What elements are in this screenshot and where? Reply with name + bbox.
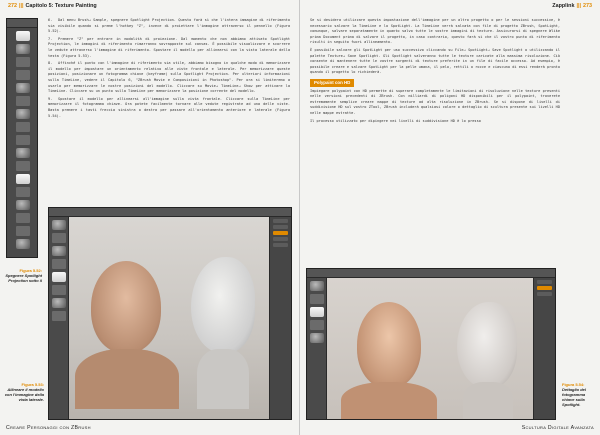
- zbrush-menu-bar: [7, 19, 37, 28]
- zbrush-canvas: [327, 278, 533, 419]
- sculpted-model-side-head: [191, 257, 255, 353]
- sphere-brush-icon: [15, 239, 30, 249]
- palette-row: [51, 285, 66, 295]
- sphere-brush-icon: [15, 109, 30, 119]
- section-title: Polypaint con HD: [310, 78, 355, 87]
- painted-model-front-shoulders: [341, 382, 437, 419]
- material-swatch-icon: [15, 31, 30, 41]
- zbrush-menu-bar: [49, 208, 291, 217]
- header-separator: |||: [576, 3, 581, 9]
- step-paragraph: 6. Dal menu Brush→ Sample, spegnere Spotl…: [48, 18, 290, 35]
- step-text: Dal menu Brush→ Sample, spegnere Spotlig…: [48, 18, 290, 34]
- palette-row: [51, 311, 66, 321]
- palette-row: [51, 259, 66, 269]
- figure-5-52-screenshot: [6, 18, 38, 258]
- panel-row: [537, 292, 552, 296]
- sphere-brush-icon: [51, 220, 66, 230]
- right-page-number: 273: [583, 3, 592, 9]
- painted-model-side-head: [457, 302, 517, 388]
- tool-palette: [307, 278, 327, 419]
- left-page: 272 ||| Capitolo 5: Texture Painting Fig…: [0, 0, 300, 435]
- reference-photo-front-head: [91, 261, 161, 353]
- palette-row: [309, 320, 324, 330]
- palette-row: [15, 161, 30, 171]
- body-paragraph: Il processo utilizzato per dipingere nei…: [310, 118, 481, 123]
- painted-model-side-neck: [463, 382, 513, 419]
- color-swatch-icon: [15, 174, 30, 184]
- right-page-footer: Scultura Digitale Avanzata: [521, 425, 594, 431]
- palette-row: [15, 122, 30, 132]
- panel-row: [273, 219, 288, 223]
- caption-text: Spegnere Spotlight Projection sotto il: [5, 273, 42, 283]
- caption-text: Dettaglio del fotogramma chiave sulla Sp…: [562, 387, 587, 407]
- figure-5-52-caption: Figura 5.52: Spegnere Spotlight Projecti…: [4, 268, 42, 283]
- step-paragraph: 8. Affinché il punto con l'immagine di ri…: [48, 61, 290, 95]
- palette-row: [15, 57, 30, 67]
- tool-palette: [49, 217, 69, 419]
- body-paragraph: Impiegare polypaint con HD permette di s…: [310, 88, 560, 115]
- zbrush-canvas: [69, 217, 269, 419]
- step-paragraph: 7. Premere "Z" per entrare in modalità di…: [48, 37, 290, 59]
- left-page-number: 272: [8, 3, 17, 9]
- panel-row: [273, 225, 288, 229]
- panel-row-active: [537, 286, 552, 290]
- palette-row: [15, 187, 30, 197]
- step-text: Spostare il modello per allinearsi all'i…: [48, 96, 290, 118]
- right-page: Zapplink ||| 273 Se si desidera utilizzare…: [300, 0, 600, 435]
- right-page-chapter: Zapplink: [552, 3, 575, 9]
- painted-model-front-head: [357, 302, 421, 388]
- step-paragraph: 9. Spostare il modello per allinearsi all…: [48, 97, 290, 119]
- left-page-header: 272 ||| Capitolo 5: Texture Painting: [8, 3, 97, 13]
- sphere-brush-icon: [51, 246, 66, 256]
- palette-row: [15, 226, 30, 236]
- panel-row-active: [273, 231, 288, 235]
- left-page-footer: Creare Personaggi con ZBrush: [6, 425, 91, 431]
- panel-row: [273, 237, 288, 241]
- sculpted-model-side-neck: [197, 349, 249, 409]
- sphere-brush-icon: [309, 281, 324, 291]
- sphere-brush-icon: [15, 83, 30, 93]
- zbrush-menu-bar: [307, 269, 555, 278]
- sphere-brush-icon: [309, 333, 324, 343]
- color-swatch-icon: [309, 307, 324, 317]
- tool-panel: [269, 217, 291, 419]
- right-page-body: Se si desidera utilizzare questa imposta…: [310, 18, 560, 126]
- palette-row: [15, 70, 30, 80]
- body-paragraph: È possibile salvare gli SpotLight per us…: [310, 47, 560, 75]
- reference-photo-front-shoulders: [75, 349, 179, 409]
- body-paragraph: Se si desidera utilizzare questa imposta…: [310, 18, 560, 45]
- palette-row: [309, 294, 324, 304]
- palette-row: [15, 213, 30, 223]
- tool-panel: [533, 278, 555, 419]
- header-separator: |||: [19, 3, 24, 9]
- figure-5-54-caption: Figura 5.54: Dettaglio del fotogramma ch…: [562, 382, 596, 407]
- step-text: Affinché il punto con l'immagine di rife…: [48, 61, 290, 94]
- figure-5-53-screenshot: [48, 207, 292, 420]
- palette-row: [15, 96, 30, 106]
- left-page-chapter: Capitolo 5: Texture Painting: [25, 3, 97, 9]
- caption-text: Allineare il modello con l'immagine dell…: [4, 387, 44, 402]
- sphere-brush-icon: [15, 148, 30, 158]
- left-page-body: 6. Dal menu Brush→ Sample, spegnere Spotl…: [48, 18, 290, 121]
- right-page-header: Zapplink ||| 273: [552, 3, 592, 13]
- palette-row: [51, 233, 66, 243]
- sphere-brush-icon: [15, 44, 30, 54]
- color-swatch-icon: [51, 272, 66, 282]
- panel-row: [537, 280, 552, 284]
- panel-row: [273, 243, 288, 247]
- book-spread: 272 ||| Capitolo 5: Texture Painting Fig…: [0, 0, 600, 435]
- tool-palette: [7, 28, 37, 257]
- figure-5-53-caption: Figura 5.53: Allineare il modello con l'…: [4, 382, 44, 402]
- palette-row: [15, 135, 30, 145]
- sphere-brush-icon: [51, 298, 66, 308]
- step-text: Premere "Z" per entrare in modalità di p…: [48, 36, 290, 58]
- figure-5-54-screenshot: [306, 268, 556, 420]
- sphere-brush-icon: [15, 200, 30, 210]
